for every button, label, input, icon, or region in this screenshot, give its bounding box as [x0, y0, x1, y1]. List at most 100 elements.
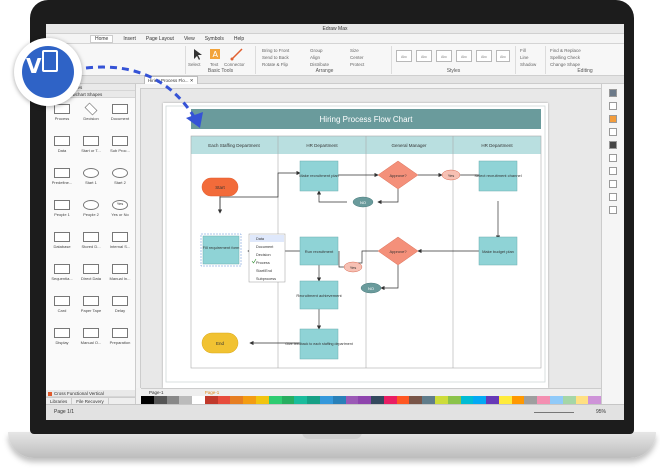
- palette-swatch[interactable]: [434, 396, 448, 404]
- zoom-level[interactable]: 95%: [596, 405, 606, 419]
- context-menu-item[interactable]: Decision: [256, 253, 271, 257]
- menu-symbols[interactable]: Symbols: [205, 36, 224, 42]
- document-icon[interactable]: [609, 102, 617, 110]
- drawing-canvas[interactable]: Hiring Process Flow Chart Each Staffing …: [141, 89, 601, 388]
- palette-swatch[interactable]: [537, 396, 550, 404]
- palette-swatch[interactable]: [307, 396, 320, 404]
- bring-front-button[interactable]: Bring to Front: [262, 48, 289, 53]
- palette-swatch[interactable]: [575, 396, 589, 404]
- palette-swatch[interactable]: [460, 396, 474, 404]
- library-shape[interactable]: Delay: [108, 296, 132, 318]
- palette-swatch[interactable]: [243, 396, 257, 404]
- text-icon[interactable]: A: [208, 47, 222, 61]
- find-replace-button[interactable]: Find & Replace: [550, 48, 581, 53]
- palette-swatch[interactable]: [153, 396, 167, 404]
- document-tab[interactable]: Hiring Process Flo... ✕: [144, 76, 198, 84]
- library-shape[interactable]: People 1: [50, 200, 74, 222]
- shadow-button[interactable]: Shadow: [520, 62, 536, 67]
- style-swatch-4[interactable]: Abc: [456, 50, 472, 62]
- menu-home[interactable]: Home: [90, 34, 114, 43]
- palette-swatch[interactable]: [294, 396, 308, 404]
- history-icon[interactable]: [609, 206, 617, 214]
- layer-icon[interactable]: [609, 154, 617, 162]
- library-shape[interactable]: Data: [50, 136, 74, 158]
- library-shape[interactable]: Process: [50, 104, 74, 126]
- lane-label[interactable]: HR Department: [481, 143, 513, 148]
- connector-icon[interactable]: [230, 47, 244, 61]
- palette-swatch[interactable]: [396, 396, 410, 404]
- palette-swatch[interactable]: [371, 396, 384, 404]
- library-shape[interactable]: Start 2: [108, 168, 132, 190]
- palette-swatch[interactable]: [179, 396, 193, 404]
- palette-swatch[interactable]: [486, 396, 499, 404]
- line-button[interactable]: Line: [520, 55, 529, 60]
- chart-title[interactable]: Hiring Process Flow Chart: [320, 115, 414, 124]
- palette-swatch[interactable]: [332, 396, 346, 404]
- context-menu-item[interactable]: Subprocess: [256, 277, 276, 281]
- style-swatch-3[interactable]: Abc: [436, 50, 452, 62]
- style-swatch-1[interactable]: Abc: [396, 50, 412, 62]
- protect-button[interactable]: Protect: [350, 62, 364, 67]
- page-tab[interactable]: Page-1: [149, 390, 164, 395]
- palette-swatch[interactable]: [358, 396, 372, 404]
- page-icon[interactable]: [609, 167, 617, 175]
- drawing-page[interactable]: Hiring Process Flow Chart Each Staffing …: [163, 103, 548, 388]
- fill-button[interactable]: Fill: [520, 48, 526, 53]
- palette-swatch[interactable]: [409, 396, 423, 404]
- palette-swatch[interactable]: [141, 396, 154, 404]
- zoom-slider[interactable]: [534, 412, 574, 413]
- select-button[interactable]: Select: [188, 62, 201, 67]
- page-tab-active[interactable]: Page-1: [205, 390, 220, 395]
- context-menu-item[interactable]: Data: [256, 237, 265, 241]
- palette-swatch[interactable]: [562, 396, 576, 404]
- palette-swatch[interactable]: [217, 396, 231, 404]
- folder-icon[interactable]: [609, 141, 617, 149]
- comment-icon[interactable]: [609, 193, 617, 201]
- context-menu-item[interactable]: Document: [256, 245, 274, 249]
- palette-swatch[interactable]: [319, 396, 333, 404]
- palette-swatch[interactable]: [447, 396, 461, 404]
- palette-swatch[interactable]: [230, 396, 244, 404]
- select-icon[interactable]: [190, 47, 204, 61]
- library-shape[interactable]: Predefine...: [50, 168, 74, 190]
- align-button[interactable]: Align: [310, 55, 320, 60]
- library-shape[interactable]: People 2: [79, 200, 103, 222]
- close-icon[interactable]: ✕: [190, 78, 194, 83]
- data-icon[interactable]: [609, 180, 617, 188]
- send-back-button[interactable]: Send to Back: [262, 55, 289, 60]
- flowchart[interactable]: Hiring Process Flow Chart Each Staffing …: [163, 103, 548, 388]
- distribute-button[interactable]: Distribute: [310, 62, 329, 67]
- menu-help[interactable]: Help: [234, 36, 244, 42]
- palette-swatch[interactable]: [383, 396, 397, 404]
- library-shape[interactable]: Start 1: [79, 168, 103, 190]
- lane-label[interactable]: Each Staffing Department: [208, 143, 260, 148]
- center-button[interactable]: Center: [350, 55, 364, 60]
- context-menu-item[interactable]: Start/End: [256, 269, 272, 273]
- library-shape[interactable]: Sequentia...: [50, 264, 74, 286]
- lane-label[interactable]: HR Department: [306, 143, 338, 148]
- palette-swatch[interactable]: [192, 396, 205, 404]
- menu-view[interactable]: View: [184, 36, 195, 42]
- fill-icon[interactable]: [609, 115, 617, 123]
- library-shape[interactable]: Manual In...: [108, 264, 132, 286]
- connector-button[interactable]: Connector: [224, 62, 245, 67]
- library-shape[interactable]: Database: [50, 232, 74, 254]
- palette-swatch[interactable]: [256, 396, 269, 404]
- fill-form-process[interactable]: [202, 235, 240, 265]
- palette-swatch[interactable]: [166, 396, 180, 404]
- palette-swatch[interactable]: [345, 396, 359, 404]
- properties-icon[interactable]: [609, 89, 617, 97]
- palette-swatch[interactable]: [422, 396, 435, 404]
- style-swatch-2[interactable]: Abc: [416, 50, 432, 62]
- palette-swatch[interactable]: [524, 396, 538, 404]
- rotate-flip-button[interactable]: Rotate & Flip: [262, 62, 288, 67]
- palette-swatch[interactable]: [268, 396, 282, 404]
- spelling-button[interactable]: Spelling Check: [550, 55, 580, 60]
- library-shape[interactable]: Decision: [79, 102, 103, 126]
- library-shape[interactable]: Yes Yes or No: [108, 200, 132, 222]
- lane-label[interactable]: General Manager: [391, 143, 427, 148]
- library-shape[interactable]: Start or T...: [79, 136, 103, 158]
- menu-insert[interactable]: Insert: [123, 36, 136, 42]
- library-shape[interactable]: Preparation: [108, 328, 132, 350]
- change-shape-button[interactable]: Change Shape: [550, 62, 580, 67]
